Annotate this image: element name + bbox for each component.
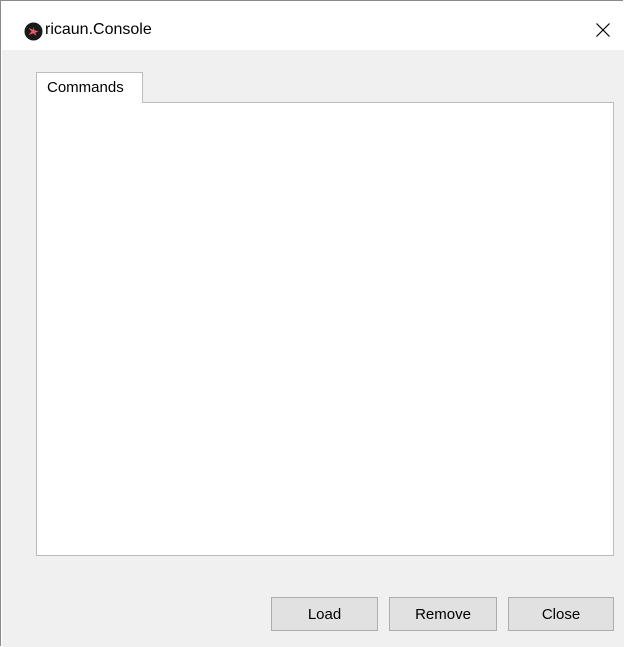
close-button[interactable]: Close	[508, 597, 614, 631]
load-button[interactable]: Load	[271, 597, 378, 631]
title-bar[interactable]: ricaun.Console	[1, 1, 624, 49]
window-title: ricaun.Console	[45, 21, 152, 38]
tab-commands[interactable]: Commands	[36, 72, 143, 103]
tab-label: Commands	[47, 79, 124, 96]
console-window: ricaun.Console Commands Load Remove Clos…	[0, 0, 624, 647]
remove-button[interactable]: Remove	[389, 597, 497, 631]
commands-panel[interactable]	[36, 102, 614, 556]
app-icon	[24, 22, 43, 41]
window-close-button[interactable]	[588, 15, 618, 45]
close-icon	[596, 23, 610, 37]
